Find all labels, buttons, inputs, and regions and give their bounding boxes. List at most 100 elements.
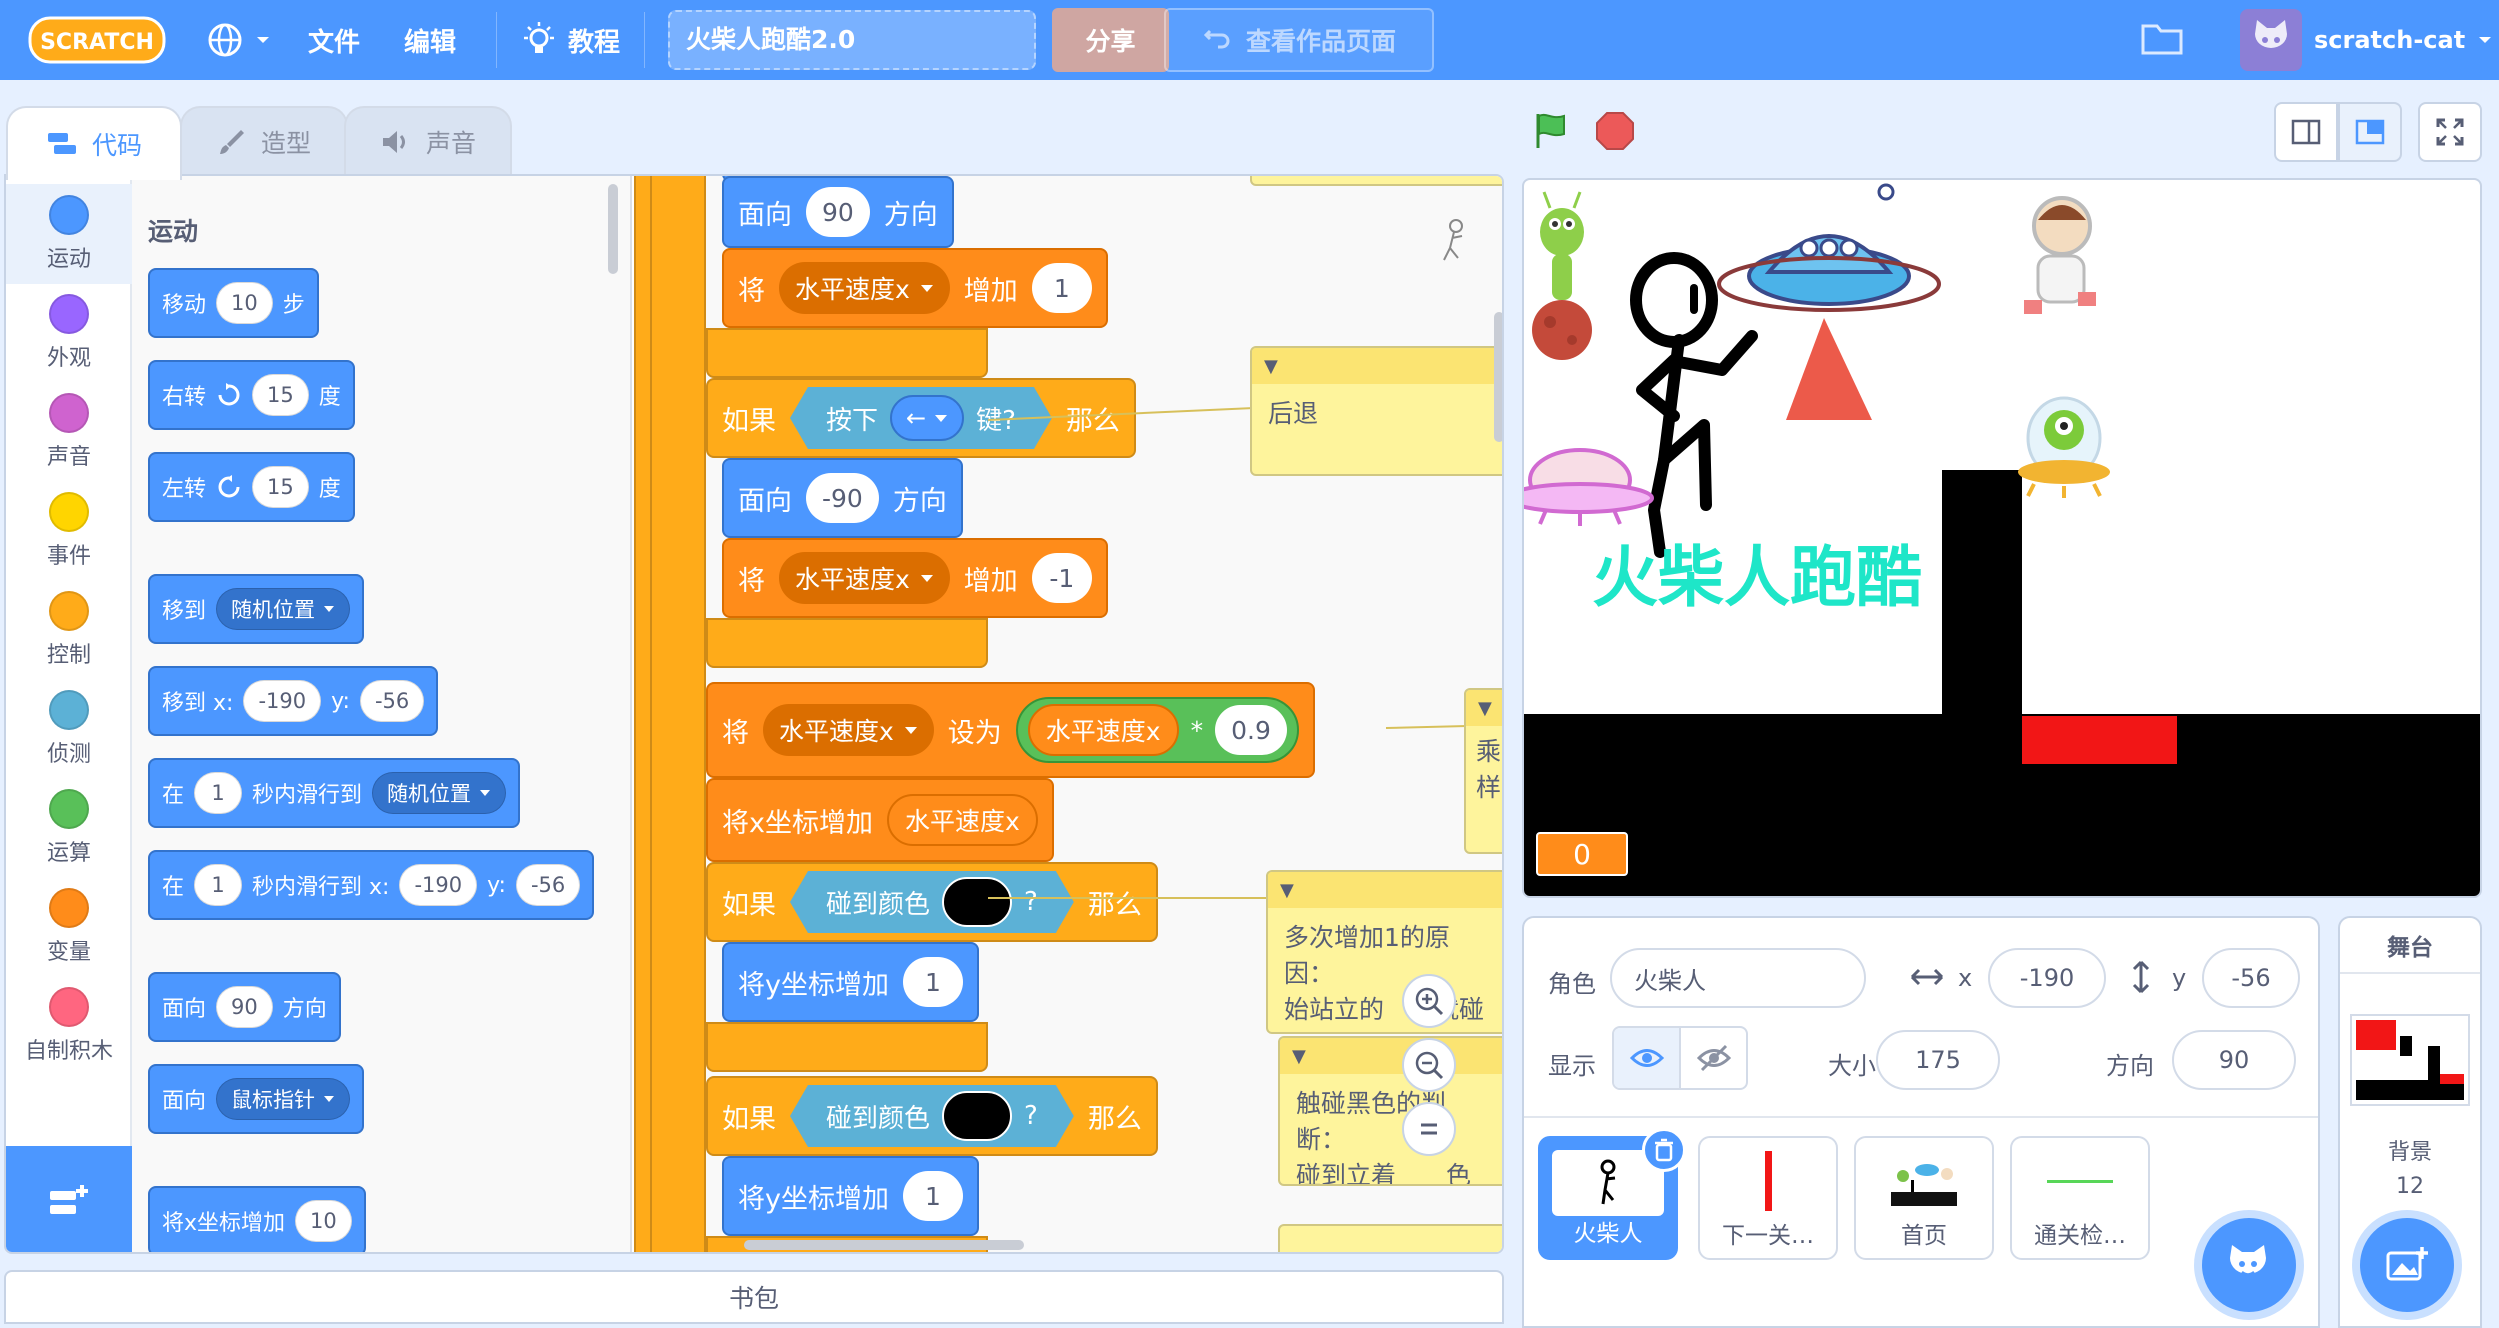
direction-input[interactable]: 90 <box>2172 1030 2296 1090</box>
stage-backdrop-thumbnail <box>2350 1014 2470 1106</box>
sprite-thumbnail <box>1866 1148 1982 1214</box>
y-input[interactable]: -56 <box>359 680 425 722</box>
zoom-reset-button[interactable] <box>1402 1102 1456 1156</box>
zoom-out-button[interactable] <box>1402 1038 1456 1092</box>
fullscreen-button[interactable] <box>2418 102 2482 162</box>
x-input[interactable]: -190 <box>243 680 322 722</box>
script-area[interactable]: 面向 90 方向 将 水平速度x 增加 1 如果 按下 ← 键? 那么 面向 -90 方向… <box>634 176 1502 1252</box>
score-variable-monitor[interactable]: 0 <box>1536 832 1628 876</box>
backpack[interactable]: 书包 <box>4 1270 1504 1324</box>
sprite-tile[interactable]: 火柴人 <box>1538 1128 1686 1260</box>
comment-back[interactable]: ▼ 后退 <box>1250 346 1502 476</box>
language-menu[interactable] <box>205 0 271 80</box>
stop-sign-icon[interactable] <box>1594 110 1636 152</box>
category-operators[interactable]: 运算 <box>6 778 132 878</box>
comment-header[interactable]: ▼ <box>1280 1038 1502 1074</box>
visibility-toggle-group <box>1612 1026 1748 1090</box>
zoom-in-icon <box>1415 987 1444 1016</box>
stage-title-text: 火柴人跑酷 <box>1592 539 1922 616</box>
current-sprite-glyph <box>1443 219 1463 261</box>
sprite-tile[interactable]: 通关检… <box>2010 1136 2150 1260</box>
delete-sprite-button[interactable] <box>1642 1128 1686 1172</box>
block-glide-to[interactable]: 在1 秒内滑行到 随机位置 <box>148 758 521 828</box>
tab-costumes[interactable]: 造型 <box>180 106 348 176</box>
tab-sounds[interactable]: 声音 <box>344 106 512 176</box>
category-events[interactable]: 事件 <box>6 481 132 581</box>
block-turn-left[interactable]: 左转 15 度 <box>148 452 355 522</box>
caret-down-icon <box>480 790 491 796</box>
glide-target-dropdown[interactable]: 随机位置 <box>372 772 507 814</box>
green-flag-icon[interactable] <box>1530 110 1572 152</box>
seconds-input[interactable]: 1 <box>194 864 243 906</box>
steps-input[interactable]: 10 <box>216 282 273 324</box>
comment-multiply[interactable]: ▼ 乘 样 <box>1464 688 1502 854</box>
script-horizontal-scrollbar[interactable] <box>744 1240 1024 1250</box>
file-menu[interactable]: 文件 <box>308 0 360 80</box>
size-label: 大小 <box>1828 1052 1876 1080</box>
category-control[interactable]: 控制 <box>6 580 132 680</box>
sprite-tile[interactable]: 下一关… <box>1698 1136 1838 1260</box>
comment-black-check[interactable]: ▼ 触碰黑色的判断： 碰到立着 色障 <box>1278 1036 1502 1186</box>
direction-input[interactable]: 90 <box>216 986 273 1028</box>
palette-scrollbar[interactable] <box>608 184 618 274</box>
block-go-to-xy[interactable]: 移到 x: -190 y: -56 <box>148 666 439 736</box>
hide-sprite-button[interactable] <box>1681 1028 1746 1088</box>
block-move-steps[interactable]: 移动 10 步 <box>148 268 319 338</box>
large-stage-button[interactable] <box>2338 102 2402 162</box>
add-extension-button[interactable] <box>6 1146 132 1252</box>
category-motion[interactable]: 运动 <box>6 184 132 284</box>
equals-icon <box>1421 1123 1437 1135</box>
choose-backdrop-button[interactable] <box>2360 1218 2454 1312</box>
script-vertical-scrollbar[interactable] <box>1494 312 1502 442</box>
degrees-input[interactable]: 15 <box>252 466 309 508</box>
seconds-input[interactable]: 1 <box>194 772 243 814</box>
project-title-input[interactable]: 火柴人跑酷2.0 <box>668 10 1036 70</box>
small-stage-icon <box>2291 119 2321 145</box>
x-position-input[interactable]: -190 <box>1988 948 2106 1008</box>
category-looks[interactable]: 外观 <box>6 283 132 383</box>
category-color-dot <box>49 690 89 730</box>
stage-selector-pane[interactable]: 舞台 背景 12 <box>2338 916 2482 1328</box>
sprite-name-input[interactable]: 火柴人 <box>1610 948 1866 1008</box>
red-bar-thumbnail <box>1764 1151 1772 1211</box>
share-button[interactable]: 分享 <box>1052 8 1169 72</box>
y-position-input[interactable]: -56 <box>2202 948 2300 1008</box>
show-sprite-button[interactable] <box>1614 1028 1681 1088</box>
category-sensing[interactable]: 侦测 <box>6 679 132 779</box>
account-menu[interactable]: scratch-cat <box>2240 0 2493 80</box>
small-stage-button[interactable] <box>2274 102 2338 162</box>
y-input[interactable]: -56 <box>515 864 581 906</box>
block-glide-to-xy[interactable]: 在1 秒内滑行到 x: -190 y: -56 <box>148 850 595 920</box>
point-towards-dropdown[interactable]: 鼠标指针 <box>216 1078 351 1120</box>
tutorials-menu[interactable]: 教程 <box>520 0 620 80</box>
goto-target-dropdown[interactable]: 随机位置 <box>216 588 351 630</box>
comment-header[interactable]: ▼ <box>1268 872 1502 908</box>
edit-menu[interactable]: 编辑 <box>404 0 456 80</box>
change-x-input[interactable]: 10 <box>295 1200 352 1242</box>
category-sound[interactable]: 声音 <box>6 382 132 482</box>
svg-text:SCRATCH: SCRATCH <box>40 30 154 55</box>
alien-on-planet <box>1532 191 1592 360</box>
comment-header[interactable]: ▼ <box>1466 690 1502 726</box>
block-change-x[interactable]: 将x坐标增加 10 <box>148 1186 366 1252</box>
block-turn-right[interactable]: 右转 15 度 <box>148 360 355 430</box>
sprite-tile[interactable]: 首页 <box>1854 1136 1994 1260</box>
tab-code[interactable]: 代码 <box>6 106 182 180</box>
category-variables[interactable]: 变量 <box>6 877 132 977</box>
see-project-page-button[interactable]: 查看作品页面 <box>1164 8 1434 72</box>
choose-sprite-button[interactable] <box>2202 1218 2296 1312</box>
stage-canvas[interactable]: 火柴人跑酷 0 <box>1522 178 2482 898</box>
comment-header[interactable]: ▼ <box>1252 348 1502 384</box>
refresh-icon <box>1203 29 1230 49</box>
my-stuff-folder-icon[interactable] <box>2140 18 2184 58</box>
category-my-blocks[interactable]: 自制积木 <box>6 976 132 1076</box>
zoom-in-button[interactable] <box>1402 974 1456 1028</box>
scratch-logo[interactable]: SCRATCH <box>28 12 166 68</box>
degrees-input[interactable]: 15 <box>252 374 309 416</box>
block-point-in-direction[interactable]: 面向 90 方向 <box>148 972 341 1042</box>
block-point-towards[interactable]: 面向 鼠标指针 <box>148 1064 365 1134</box>
size-input[interactable]: 175 <box>1876 1030 2000 1090</box>
comment-multi-add[interactable]: ▼ 多次增加1的原因： 始站立的 就碰 坐标增加1 并再 <box>1266 870 1502 1034</box>
block-go-to[interactable]: 移到 随机位置 <box>148 574 365 644</box>
x-input[interactable]: -190 <box>399 864 478 906</box>
